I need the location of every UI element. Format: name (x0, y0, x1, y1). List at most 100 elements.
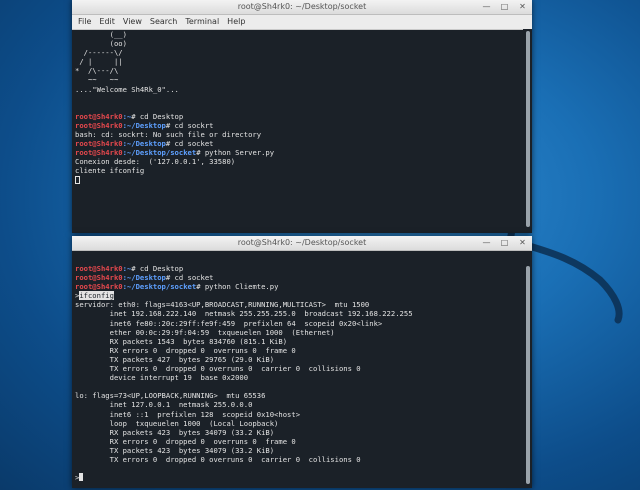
terminal-line: RX errors 0 dropped 0 overruns 0 frame 0 (75, 437, 522, 446)
scrollbar-thumb[interactable] (526, 31, 530, 227)
window-title: root@Sh4rk0: ~/Desktop/socket (237, 238, 367, 247)
output-text: inet 127.0.0.1 netmask 255.0.0.0 (75, 400, 253, 410)
output-text: inet6 ::1 prefixlen 128 scopeid 0x10<hos… (75, 409, 301, 419)
output-text: servidor: eth0: flags=4163<UP,BROADCAST,… (75, 300, 370, 310)
terminal-window-server[interactable]: root@Sh4rk0: ~/Desktop/socket — □ ✕ File… (72, 0, 532, 233)
output-text: TX errors 0 dropped 0 overruns 0 carrier… (75, 454, 361, 464)
scrollbar[interactable] (523, 264, 532, 488)
window-title: root@Sh4rk0: ~/Desktop/socket (237, 2, 367, 11)
output-text: RX errors 0 dropped 0 overruns 0 frame 0 (75, 345, 296, 355)
prompt-path: :~/Desktop (122, 273, 166, 283)
terminal-line: ether 00:0c:29:9f:04:59 txqueuelen 1000 … (75, 328, 522, 337)
menu-edit[interactable]: Edit (99, 15, 115, 29)
prompt-user: root@Sh4rk0 (75, 120, 123, 130)
maximize-button[interactable]: □ (500, 238, 509, 247)
output-text: ...."Welcome Sh4Rk_0"... (75, 84, 179, 94)
output-text: bash: cd: sockrt: No such file or direct… (75, 130, 262, 140)
menu-bar: File Edit View Search Terminal Help (72, 15, 532, 30)
terminal-line: Conexion desde: ('127.0.0.1', 33580) (75, 157, 522, 166)
cursor-line (75, 175, 522, 185)
output-text: loop txqueuelen 1000 (Local Loopback) (75, 418, 279, 428)
menu-help[interactable]: Help (227, 15, 245, 29)
terminal-line: RX errors 0 dropped 0 overruns 0 frame 0 (75, 346, 522, 355)
terminal-line: root@Sh4rk0:~/Desktop# cd socket (75, 273, 522, 282)
minimize-button[interactable]: — (482, 238, 491, 247)
prompt-user: root@Sh4rk0 (75, 282, 123, 292)
terminal-line: root@Sh4rk0:~/Desktop# cd socket (75, 139, 522, 148)
terminal-output[interactable]: root@Sh4rk0:~# cd Desktop root@Sh4rk0:~/D… (72, 264, 522, 488)
output-text: /------\/ (75, 48, 123, 58)
terminal-line: TX packets 423 bytes 34079 (33.2 KiB) (75, 446, 522, 455)
terminal-line: TX packets 427 bytes 29765 (29.0 KiB) (75, 355, 522, 364)
terminal-line: loop txqueuelen 1000 (Local Loopback) (75, 419, 522, 428)
terminal-line: inet6 ::1 prefixlen 128 scopeid 0x10<hos… (75, 410, 522, 419)
terminal-line: device interrupt 19 base 0x2000 (75, 373, 522, 382)
terminal-line: ...."Welcome Sh4Rk_0"... (75, 85, 522, 94)
output-text: TX packets 427 bytes 29765 (29.0 KiB) (75, 354, 275, 364)
menu-file[interactable]: File (78, 15, 91, 29)
command-text: # cd Desktop (131, 111, 184, 121)
scrollbar-thumb[interactable] (526, 266, 530, 484)
terminal-line: /------\/ (75, 48, 522, 57)
menu-search[interactable]: Search (150, 15, 177, 29)
text-cursor (75, 175, 80, 184)
command-text: # cd sockrt (165, 120, 214, 130)
prompt-path: :~/Desktop/socket (122, 282, 197, 292)
prompt-path: :~/Desktop (122, 139, 166, 149)
command-text: # cd socket (165, 139, 214, 149)
output-text: RX packets 423 bytes 34079 (33.2 KiB) (75, 427, 275, 437)
terminal-line: root@Sh4rk0:~# cd Desktop (75, 112, 522, 121)
close-button[interactable]: ✕ (518, 2, 527, 11)
close-button[interactable]: ✕ (518, 238, 527, 247)
terminal-line: (oo) (75, 39, 522, 48)
terminal-line: TX errors 0 dropped 0 overruns 0 carrier… (75, 455, 522, 464)
output-text: lo: flags=73<UP,LOOPBACK,RUNNING> mtu 65… (75, 391, 266, 401)
prompt-user: root@Sh4rk0 (75, 111, 123, 121)
scrollbar[interactable] (523, 29, 532, 233)
menu-terminal[interactable]: Terminal (185, 15, 219, 29)
output-text: (oo) (75, 39, 127, 49)
output-text: TX errors 0 dropped 0 overruns 0 carrier… (75, 364, 361, 374)
terminal-window-client[interactable]: root@Sh4rk0: ~/Desktop/socket — □ ✕ root… (72, 236, 532, 488)
terminal-output[interactable]: (__) (oo) /------\/ / | || * /\---/\ ~~ ~… (72, 30, 522, 233)
terminal-line: lo: flags=73<UP,LOOPBACK,RUNNING> mtu 65… (75, 391, 522, 400)
prompt-user: root@Sh4rk0 (75, 273, 123, 283)
minimize-button[interactable]: — (482, 2, 491, 11)
prompt-user: root@Sh4rk0 (75, 148, 123, 158)
terminal-line: TX errors 0 dropped 0 overruns 0 carrier… (75, 364, 522, 373)
maximize-button[interactable]: □ (500, 2, 509, 11)
terminal-line: inet 127.0.0.1 netmask 255.0.0.0 (75, 400, 522, 409)
output-text: Conexion desde: ('127.0.0.1', 33580) (75, 157, 236, 167)
output-text: * /\---/\ (75, 66, 119, 76)
prompt-path: :~/Desktop (122, 120, 166, 130)
output-text: RX errors 0 dropped 0 overruns 0 frame 0 (75, 436, 296, 446)
selected-input-text: ifconfig (79, 291, 114, 301)
terminal-line: / | || (75, 57, 522, 66)
title-bar[interactable]: root@Sh4rk0: ~/Desktop/socket — □ ✕ (72, 0, 532, 15)
output-text: ether 00:0c:29:9f:04:59 txqueuelen 1000 … (75, 327, 335, 337)
output-text: cliente ifconfig (75, 166, 145, 176)
terminal-line: cliente ifconfig (75, 166, 522, 175)
terminal-line: bash: cd: sockrt: No such file or direct… (75, 130, 522, 139)
command-text: # python Cliemte.py (196, 282, 279, 292)
final-prompt-line: > (75, 473, 522, 482)
terminal-line: ~~ ~~ (75, 75, 522, 84)
terminal-line: RX packets 1543 bytes 834760 (815.1 KiB) (75, 337, 522, 346)
terminal-line: inet6 fe80::20c:29ff:fe9f:459 prefixlen … (75, 319, 522, 328)
terminal-line: servidor: eth0: flags=4163<UP,BROADCAST,… (75, 300, 522, 309)
output-text: inet6 fe80::20c:29ff:fe9f:459 prefixlen … (75, 318, 383, 328)
text-cursor (79, 473, 84, 482)
output-text: TX packets 423 bytes 34079 (33.2 KiB) (75, 445, 275, 455)
output-text: inet 192.168.222.140 netmask 255.255.255… (75, 309, 413, 319)
command-text: # cd socket (165, 273, 214, 283)
terminal-line: root@Sh4rk0:~/Desktop/socket# python Cli… (75, 282, 522, 291)
title-bar[interactable]: root@Sh4rk0: ~/Desktop/socket — □ ✕ (72, 236, 532, 251)
terminal-line: RX packets 423 bytes 34079 (33.2 KiB) (75, 428, 522, 437)
command-text: # python Server.py (196, 148, 275, 158)
menu-view[interactable]: View (123, 15, 142, 29)
terminal-line: root@Sh4rk0:~/Desktop# cd sockrt (75, 121, 522, 130)
